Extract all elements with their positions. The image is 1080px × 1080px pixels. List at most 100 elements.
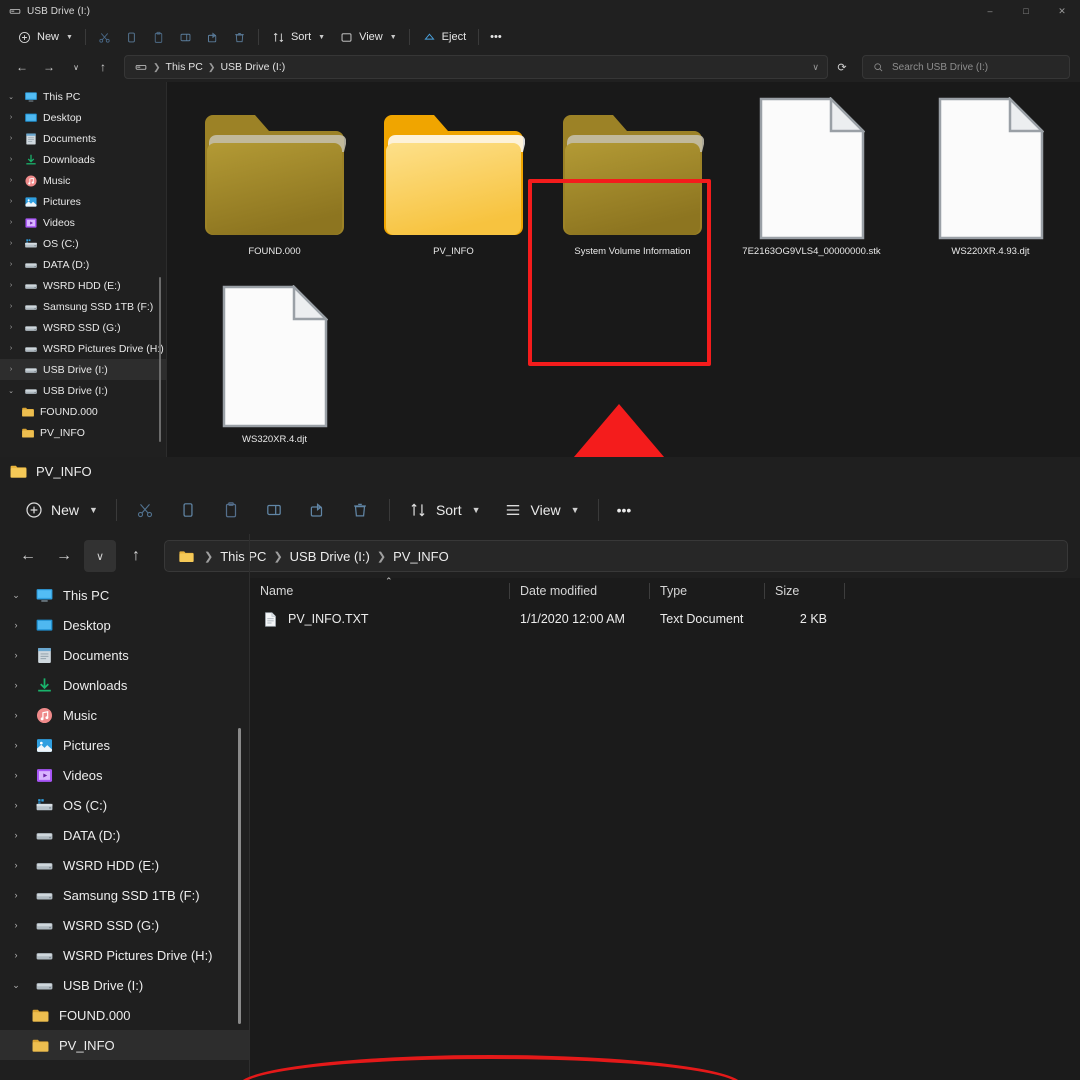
cut-button[interactable] — [124, 492, 167, 528]
paste-button[interactable] — [210, 492, 253, 528]
sidebar-item-music[interactable]: ›Music — [0, 170, 167, 191]
forward-button[interactable]: → — [37, 55, 61, 79]
chevron-right-icon[interactable]: › — [6, 770, 26, 780]
rename-button[interactable] — [253, 492, 296, 528]
sidebar-item-usb-drive-i[interactable]: ›USB Drive (I:) — [0, 359, 167, 380]
sidebar-item-samsung-ssd-1tb-f[interactable]: ›Samsung SSD 1TB (F:) — [0, 296, 167, 317]
copy-button[interactable] — [118, 25, 145, 49]
chevron-right-icon[interactable]: › — [4, 135, 18, 142]
chevron-down-icon[interactable]: ⌄ — [4, 93, 18, 101]
sidebar-item-videos[interactable]: ›Videos — [0, 212, 167, 233]
chevron-right-icon[interactable]: › — [6, 800, 26, 810]
copy-button[interactable] — [167, 492, 210, 528]
folder-tile[interactable]: PV_INFO — [364, 90, 543, 278]
sidebar-item-data-d[interactable]: ›DATA (D:) — [0, 820, 250, 850]
breadcrumb-item-this-pc[interactable]: This PC — [166, 61, 203, 73]
breadcrumb-item-this-pc[interactable]: This PC — [220, 549, 266, 564]
sidebar-item-usb-drive-i[interactable]: ⌄USB Drive (I:) — [0, 970, 250, 1000]
sidebar-item-desktop[interactable]: ›Desktop — [0, 610, 250, 640]
chevron-right-icon[interactable]: › — [6, 710, 26, 720]
table-row[interactable]: PV_INFO.TXT1/1/2020 12:00 AMText Documen… — [250, 604, 1080, 634]
sidebar-item-documents[interactable]: ›Documents — [0, 128, 167, 149]
folder-tile[interactable]: FOUND.000 — [185, 90, 364, 278]
chevron-right-icon[interactable]: › — [4, 198, 18, 205]
share-button[interactable] — [199, 25, 226, 49]
sidebar-item-wsrd-ssd-g[interactable]: ›WSRD SSD (G:) — [0, 910, 250, 940]
chevron-down-icon[interactable]: ⌄ — [6, 590, 26, 601]
file-list-bottom[interactable]: Name⌃Date modifiedTypeSize PV_INFO.TXT1/… — [250, 578, 1080, 1080]
up-button[interactable]: ↑ — [120, 540, 152, 572]
back-button[interactable]: ← — [10, 55, 34, 79]
breadcrumb-dropdown-icon[interactable]: ∨ — [812, 62, 819, 73]
sidebar-item-videos[interactable]: ›Videos — [0, 760, 250, 790]
view-button[interactable]: View ▼ — [332, 25, 404, 49]
more-button[interactable]: ••• — [484, 25, 508, 49]
cell-name[interactable]: PV_INFO.TXT — [250, 604, 510, 634]
chevron-right-icon[interactable]: › — [4, 240, 18, 247]
chevron-right-icon[interactable]: › — [6, 920, 26, 930]
chevron-right-icon[interactable]: › — [4, 303, 18, 310]
breadcrumb-item-pv-info[interactable]: PV_INFO — [393, 549, 449, 564]
file-tile[interactable]: 7E2163OG9VLS4_00000000.stk — [722, 90, 901, 278]
maximize-button[interactable]: □ — [1008, 0, 1044, 22]
sidebar-item-data-d[interactable]: ›DATA (D:) — [0, 254, 167, 275]
sidebar-item-pv-info[interactable]: PV_INFO — [0, 422, 167, 443]
share-button[interactable] — [296, 492, 339, 528]
recent-locations-button[interactable]: ∨ — [64, 55, 88, 79]
breadcrumb-item-usb-drive[interactable]: USB Drive (I:) — [290, 549, 370, 564]
chevron-right-icon[interactable]: › — [6, 890, 26, 900]
column-header-size[interactable]: Size — [765, 578, 845, 604]
sidebar-scrollbar-bottom[interactable] — [238, 728, 241, 1024]
chevron-right-icon[interactable]: › — [6, 740, 26, 750]
sidebar-item-downloads[interactable]: ›Downloads — [0, 670, 250, 700]
chevron-right-icon[interactable]: › — [4, 219, 18, 226]
chevron-right-icon[interactable]: › — [4, 177, 18, 184]
file-rows[interactable]: PV_INFO.TXT1/1/2020 12:00 AMText Documen… — [250, 604, 1080, 634]
eject-button[interactable]: Eject — [415, 25, 473, 49]
chevron-right-icon[interactable]: › — [6, 860, 26, 870]
sort-button[interactable]: Sort ▼ — [397, 492, 492, 528]
sidebar-item-found-000[interactable]: FOUND.000 — [0, 401, 167, 422]
sidebar-item-found-000[interactable]: FOUND.000 — [0, 1000, 250, 1030]
sidebar-item-desktop[interactable]: ›Desktop — [0, 107, 167, 128]
breadcrumb-top[interactable]: ❯ This PC ❯ USB Drive (I:) ∨ — [124, 55, 828, 79]
search-box-top[interactable]: Search USB Drive (I:) — [862, 55, 1070, 79]
sidebar-item-pictures[interactable]: ›Pictures — [0, 730, 250, 760]
forward-button[interactable]: → — [48, 540, 80, 572]
sidebar-item-pictures[interactable]: ›Pictures — [0, 191, 167, 212]
chevron-right-icon[interactable]: › — [6, 680, 26, 690]
minimize-button[interactable]: – — [972, 0, 1008, 22]
sidebar-item-wsrd-pictures-drive-h[interactable]: ›WSRD Pictures Drive (H:) — [0, 338, 167, 359]
chevron-down-icon[interactable]: ⌄ — [6, 980, 26, 991]
sidebar-item-this-pc[interactable]: ⌄This PC — [0, 580, 250, 610]
sidebar-scrollbar-top[interactable] — [159, 277, 161, 442]
column-divider[interactable] — [844, 583, 845, 599]
sidebar-item-usb-drive-i[interactable]: ⌄USB Drive (I:) — [0, 380, 167, 401]
chevron-right-icon[interactable]: › — [6, 620, 26, 630]
sidebar-item-os-c[interactable]: ›OS (C:) — [0, 233, 167, 254]
delete-button[interactable] — [339, 492, 382, 528]
sort-button[interactable]: Sort ▼ — [264, 25, 332, 49]
column-header-name[interactable]: Name⌃ — [250, 578, 510, 604]
chevron-right-icon[interactable]: › — [6, 830, 26, 840]
sidebar-item-samsung-ssd-1tb-f[interactable]: ›Samsung SSD 1TB (F:) — [0, 880, 250, 910]
chevron-right-icon[interactable]: › — [4, 261, 18, 268]
new-button[interactable]: New ▼ — [10, 25, 80, 49]
chevron-right-icon[interactable]: › — [4, 345, 18, 352]
up-button[interactable]: ↑ — [91, 55, 115, 79]
chevron-right-icon[interactable]: › — [6, 950, 26, 960]
sidebar-item-wsrd-hdd-e[interactable]: ›WSRD HDD (E:) — [0, 850, 250, 880]
chevron-right-icon[interactable]: › — [4, 366, 18, 373]
chevron-down-icon[interactable]: ⌄ — [4, 387, 18, 395]
file-tile[interactable]: WS320XR.4.djt — [185, 278, 364, 466]
chevron-right-icon[interactable]: › — [4, 156, 18, 163]
close-button[interactable]: ✕ — [1044, 0, 1080, 22]
sidebar-item-wsrd-hdd-e[interactable]: ›WSRD HDD (E:) — [0, 275, 167, 296]
chevron-right-icon[interactable]: › — [4, 114, 18, 121]
refresh-button[interactable]: ⟳ — [831, 55, 853, 79]
recent-locations-button[interactable]: ∨ — [84, 540, 116, 572]
view-button[interactable]: View ▼ — [492, 492, 591, 528]
rename-button[interactable] — [172, 25, 199, 49]
file-tile[interactable]: WS220XR.4.93.djt — [901, 90, 1080, 278]
file-grid-top[interactable]: FOUND.000PV_INFOSystem Volume Informatio… — [167, 82, 1080, 457]
